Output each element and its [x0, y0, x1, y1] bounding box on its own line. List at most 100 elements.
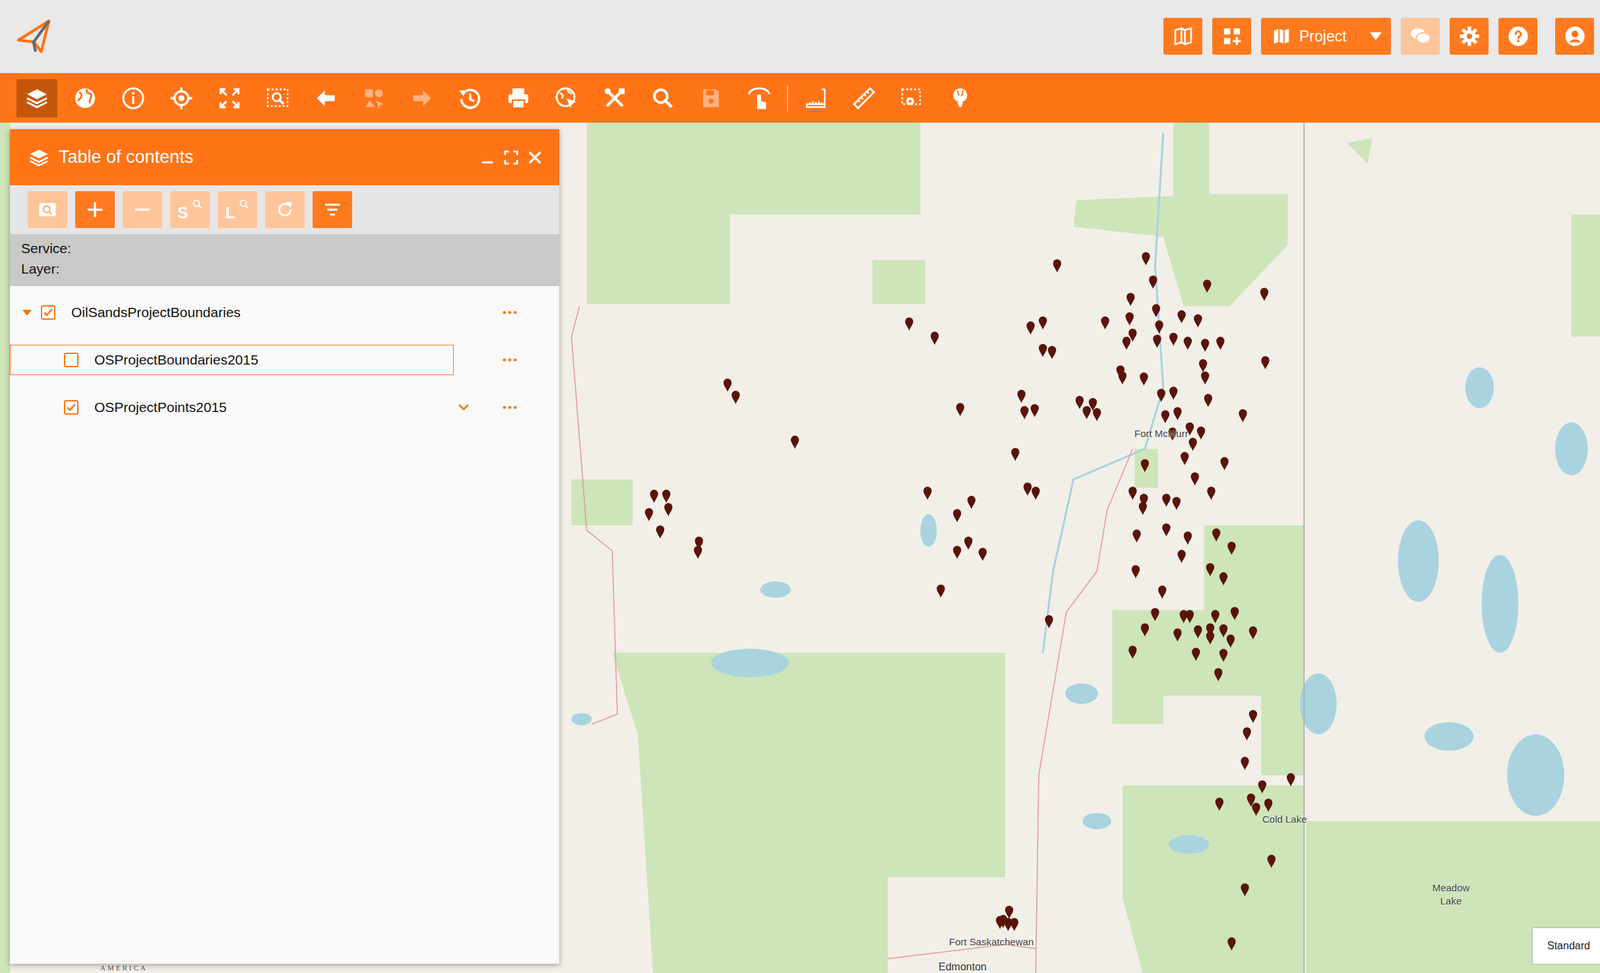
- locate-button[interactable]: [160, 79, 202, 118]
- user-button[interactable]: [1555, 17, 1595, 55]
- map-pin[interactable]: [1138, 501, 1147, 516]
- map-pin[interactable]: [1260, 288, 1269, 302]
- map-pin[interactable]: [1100, 316, 1109, 330]
- map-pin[interactable]: [1132, 529, 1141, 543]
- map-pin[interactable]: [664, 503, 673, 517]
- map-pin[interactable]: [1214, 668, 1223, 682]
- tools-button[interactable]: [594, 79, 636, 118]
- map-pin[interactable]: [1140, 459, 1149, 473]
- map-pin[interactable]: [1131, 565, 1140, 579]
- map-pin[interactable]: [1215, 798, 1224, 812]
- map-pin[interactable]: [1177, 310, 1186, 324]
- map-pin[interactable]: [1158, 585, 1167, 599]
- map-pin[interactable]: [1264, 799, 1273, 813]
- map-pin[interactable]: [1020, 406, 1029, 420]
- map-pin[interactable]: [1053, 259, 1062, 273]
- map-pin[interactable]: [1173, 407, 1182, 421]
- map-pin[interactable]: [1092, 408, 1101, 422]
- map-pin[interactable]: [1204, 393, 1213, 407]
- layers-button[interactable]: [16, 79, 58, 118]
- minus-button[interactable]: [122, 191, 163, 229]
- map-pin[interactable]: [1200, 371, 1209, 385]
- map-pin[interactable]: [1031, 486, 1040, 500]
- map-pin[interactable]: [1242, 727, 1251, 741]
- legend-chevron-icon[interactable]: [453, 353, 474, 367]
- map-pin[interactable]: [1180, 452, 1189, 466]
- map-pin[interactable]: [1017, 389, 1026, 403]
- zoom-box-button[interactable]: [257, 79, 299, 118]
- map-pin[interactable]: [1258, 780, 1267, 795]
- map-pin[interactable]: [1118, 371, 1127, 385]
- minimize-icon[interactable]: [480, 150, 495, 165]
- map-pin[interactable]: [1023, 482, 1032, 496]
- service-search-button[interactable]: S: [170, 191, 210, 229]
- map-pin[interactable]: [953, 546, 961, 560]
- map-pin[interactable]: [1128, 645, 1137, 659]
- map-pin[interactable]: [1251, 803, 1260, 817]
- select-area-button[interactable]: [891, 79, 933, 118]
- close-icon[interactable]: [527, 150, 543, 165]
- select-features-button[interactable]: [353, 79, 395, 118]
- map-pin[interactable]: [645, 508, 653, 522]
- map-pin[interactable]: [1173, 628, 1182, 642]
- map-pin[interactable]: [1227, 937, 1236, 952]
- map-pin[interactable]: [1206, 486, 1215, 500]
- gear-button[interactable]: [1449, 17, 1489, 55]
- ruler-button[interactable]: [843, 79, 885, 118]
- print-button[interactable]: [497, 79, 539, 118]
- map-pin[interactable]: [1169, 333, 1178, 347]
- map-pin[interactable]: [1238, 409, 1247, 423]
- map-pin[interactable]: [1200, 338, 1209, 353]
- map-pin[interactable]: [1162, 493, 1170, 508]
- map-pin[interactable]: [1216, 337, 1225, 351]
- layer-row[interactable]: OilSandsProjectBoundaries: [9, 288, 560, 337]
- caret-down-icon[interactable]: [21, 307, 33, 318]
- history-button[interactable]: [449, 79, 491, 118]
- map-pin[interactable]: [1154, 320, 1163, 334]
- more-options-icon[interactable]: [493, 309, 527, 316]
- layer-row-box[interactable]: OSProjectPoints2015: [9, 392, 454, 423]
- chat-button[interactable]: [1400, 17, 1440, 55]
- legend-chevron-icon[interactable]: [453, 306, 474, 320]
- map-pin[interactable]: [1219, 648, 1228, 663]
- layer-checkbox[interactable]: [63, 400, 79, 415]
- map-pin[interactable]: [790, 435, 799, 450]
- map-pin[interactable]: [1226, 634, 1235, 648]
- basemap-button[interactable]: Standard: [1532, 928, 1600, 965]
- map-pin[interactable]: [1191, 472, 1200, 487]
- map-pin[interactable]: [1220, 457, 1229, 471]
- map-pin[interactable]: [1227, 542, 1236, 556]
- map-pin[interactable]: [1197, 426, 1205, 440]
- search-button[interactable]: [642, 79, 684, 118]
- map-pin[interactable]: [964, 536, 973, 551]
- map-pin[interactable]: [1075, 396, 1084, 410]
- map-pin[interactable]: [1177, 550, 1186, 564]
- map-pin[interactable]: [1128, 486, 1137, 500]
- map-pin[interactable]: [995, 916, 1004, 930]
- map-pin[interactable]: [1044, 615, 1053, 629]
- map-pin[interactable]: [1161, 410, 1170, 424]
- help-button[interactable]: [1498, 17, 1538, 55]
- map-pin[interactable]: [1206, 563, 1215, 577]
- map-pin[interactable]: [1030, 404, 1039, 418]
- map-pin[interactable]: [1249, 626, 1258, 640]
- map-pin[interactable]: [1206, 631, 1215, 646]
- map-pin[interactable]: [1139, 372, 1148, 386]
- map-pin[interactable]: [1150, 608, 1159, 622]
- map-pin[interactable]: [953, 509, 961, 523]
- project-dropdown[interactable]: Project: [1261, 17, 1391, 55]
- map-pin[interactable]: [1148, 275, 1157, 289]
- map-pin[interactable]: [1125, 312, 1134, 326]
- map-pin[interactable]: [1011, 447, 1019, 462]
- measure-area-button[interactable]: [795, 79, 837, 118]
- maximize-icon[interactable]: [503, 150, 519, 165]
- map-pin[interactable]: [1249, 710, 1258, 724]
- map-pin[interactable]: [930, 331, 939, 345]
- map-pin[interactable]: [1219, 624, 1228, 638]
- map-pin[interactable]: [1172, 497, 1181, 511]
- more-options-icon[interactable]: [493, 356, 527, 364]
- layer-name[interactable]: OilSandsProjectBoundaries: [71, 302, 241, 324]
- balloon-button[interactable]: [939, 79, 981, 118]
- map-pin[interactable]: [662, 490, 671, 504]
- forward-arrow-button[interactable]: [401, 79, 443, 118]
